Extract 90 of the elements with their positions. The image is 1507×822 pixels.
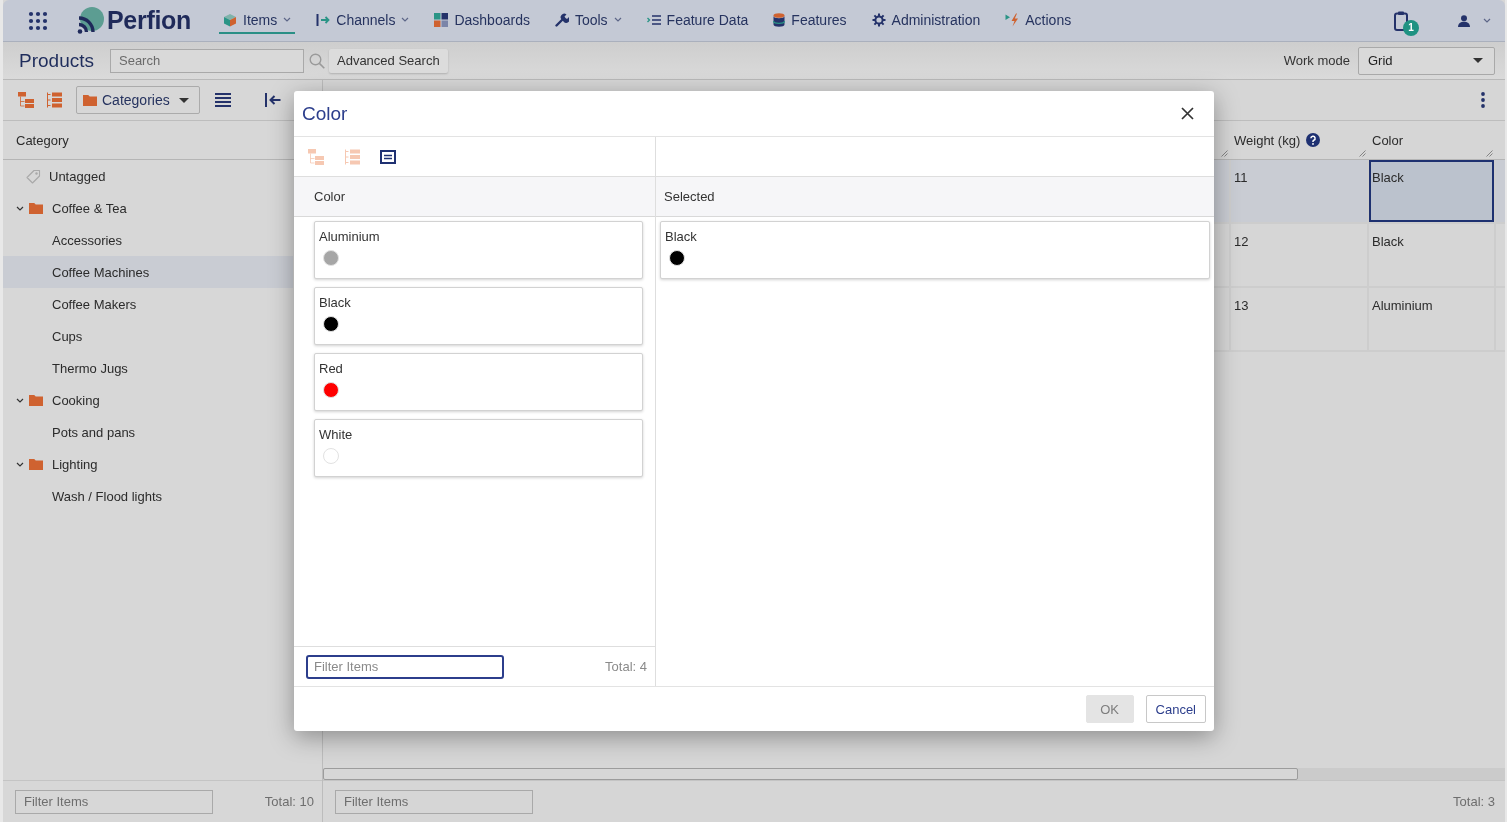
clipboard-icon[interactable] [1394, 10, 1408, 31]
notification-badge: 1 [1403, 19, 1419, 36]
list-icon [646, 13, 661, 26]
resize-grip-icon[interactable] [1486, 150, 1493, 157]
table-row[interactable]: 11 Black [1214, 160, 1505, 224]
filter-field[interactable]: Filter Items [335, 789, 533, 814]
option-card[interactable]: White [314, 419, 643, 477]
table-cell: 12 [1231, 224, 1369, 286]
bar-arrow-icon [316, 12, 331, 27]
lightning-icon [1005, 12, 1020, 27]
tiles-icon [434, 12, 449, 27]
option-card[interactable]: Black [314, 287, 643, 345]
gear-icon [871, 12, 886, 27]
caret-icon[interactable] [16, 205, 24, 211]
table-cell: Aluminium [1369, 288, 1496, 350]
tree-item[interactable]: Wash / Flood lights [3, 480, 293, 512]
logo-text: Perfion [107, 6, 192, 35]
page-title: Products [19, 49, 94, 72]
column-header: Selected [664, 189, 715, 204]
filter-field[interactable]: Filter Items [306, 654, 504, 679]
filter-field[interactable]: Filter Items [15, 789, 213, 814]
help-icon[interactable] [1306, 133, 1321, 147]
categories-dropdown[interactable]: Categories [76, 86, 200, 114]
column-header[interactable]: Weight (kg) [1231, 121, 1369, 159]
folder-icon [29, 458, 43, 470]
tree-item[interactable]: Lighting [3, 448, 293, 480]
tree-item[interactable]: Cups [3, 320, 293, 352]
tree-item[interactable]: Accessories [3, 224, 293, 256]
caret-icon[interactable] [16, 397, 24, 403]
option-label: Aluminium [319, 229, 380, 244]
option-label: Black [665, 229, 697, 244]
tree-item[interactable]: Thermo Jugs [3, 352, 293, 384]
more-options-icon[interactable] [1481, 92, 1485, 108]
tree-item[interactable]: Coffee & Tea [3, 192, 293, 224]
apps-grid-icon[interactable] [28, 10, 48, 31]
user-icon[interactable] [1458, 14, 1470, 27]
nav-tab[interactable]: Feature Data [642, 7, 753, 34]
list-view-icon[interactable] [380, 149, 396, 164]
logo-icon [75, 6, 105, 35]
table-cell: Black [1369, 224, 1496, 286]
tree-view-icon[interactable] [18, 92, 34, 108]
table-cell: 13 [1231, 288, 1369, 350]
nav-tab[interactable]: Tools [550, 7, 626, 34]
option-card[interactable]: Red [314, 353, 643, 411]
option-label: White [319, 427, 353, 442]
total-count: Total: 4 [605, 659, 647, 674]
indented-list-icon[interactable] [46, 92, 62, 108]
dropdown-triangle-icon [1473, 58, 1483, 63]
work-mode-label: Work mode [1283, 53, 1350, 68]
caret-icon[interactable] [16, 461, 24, 467]
collapse-left-icon[interactable] [265, 93, 281, 107]
cube-icon [223, 12, 238, 27]
column-header: Category [16, 132, 69, 148]
tree-item[interactable]: Pots and pans [3, 416, 293, 448]
close-icon[interactable] [1181, 107, 1194, 120]
cancel-button[interactable]: Cancel [1145, 695, 1206, 723]
tree-item[interactable]: Coffee Makers [3, 288, 293, 320]
search-field[interactable]: Search [110, 48, 304, 73]
advanced-search-button[interactable]: Advanced Search [329, 48, 448, 73]
nav-tab[interactable]: Items [219, 7, 296, 34]
wrench-icon [554, 12, 569, 27]
nav-tab[interactable]: Administration [867, 7, 985, 34]
tree-item[interactable]: Cooking [3, 384, 293, 416]
tag-icon [26, 168, 41, 184]
lines-icon[interactable] [215, 93, 231, 107]
column-header: Color [314, 189, 346, 204]
option-label: Red [319, 361, 343, 376]
resize-grip-icon[interactable] [1221, 150, 1228, 157]
folder-icon [83, 94, 97, 106]
option-card[interactable]: Aluminium [314, 221, 643, 279]
folder-icon [29, 202, 43, 214]
nav-tab[interactable]: Channels [312, 7, 414, 34]
scrollbar-thumb[interactable] [323, 768, 1298, 780]
nav-tab[interactable]: Features [769, 7, 851, 34]
option-label: Black [319, 295, 351, 310]
dialog-title: Color [302, 102, 348, 125]
nav-tab[interactable]: Dashboards [430, 7, 534, 34]
folder-icon [29, 394, 43, 406]
tree-item[interactable]: Untagged [3, 160, 293, 192]
nav-tab[interactable]: Actions [1001, 7, 1076, 34]
tree-item[interactable]: Coffee Machines [3, 256, 293, 288]
work-mode-select[interactable]: Grid [1358, 46, 1495, 75]
column-header[interactable]: Color [1369, 121, 1496, 159]
database-icon [773, 12, 786, 27]
total-count: Total: 3 [1453, 794, 1495, 809]
option-card[interactable]: Black [660, 221, 1210, 279]
dropdown-triangle-icon [179, 97, 189, 103]
resize-grip-icon[interactable] [1359, 150, 1366, 157]
total-count: Total: 10 [264, 794, 314, 809]
table-cell: Black [1369, 160, 1496, 222]
